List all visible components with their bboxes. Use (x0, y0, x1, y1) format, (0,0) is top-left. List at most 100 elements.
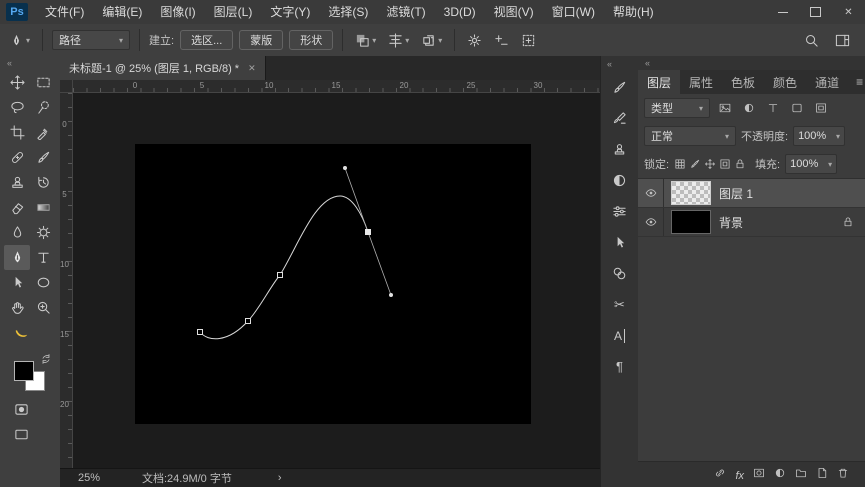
tab-swatches[interactable]: 色板 (722, 70, 764, 94)
visibility-toggle[interactable] (638, 179, 664, 207)
auto-add-delete-toggle[interactable] (491, 29, 512, 51)
blend-mode-select[interactable]: 正常 ▾ (644, 126, 736, 146)
marquee-tool[interactable] (30, 70, 56, 95)
filter-pixel-layers-button[interactable] (715, 99, 734, 117)
panel-menu-button[interactable]: ≡ (848, 70, 865, 94)
add-mask-button[interactable] (753, 467, 765, 482)
strip-expand-button[interactable]: « (601, 56, 638, 72)
close-button[interactable]: ✕ (832, 0, 865, 24)
search-button[interactable] (801, 29, 822, 51)
new-layer-button[interactable] (816, 467, 828, 482)
properties-panel-button[interactable] (605, 196, 635, 227)
dodge-tool[interactable] (30, 220, 56, 245)
status-options-chevron[interactable]: › (278, 472, 282, 484)
menu-filter[interactable]: 滤镜(T) (377, 1, 434, 24)
layer-thumbnail[interactable] (671, 181, 711, 205)
path-alignment-button[interactable]: ▾ (385, 29, 412, 51)
navigator-panel-button[interactable] (605, 227, 635, 258)
menu-help[interactable]: 帮助(H) (604, 1, 663, 24)
eraser-tool[interactable] (4, 195, 30, 220)
paths-panel-button[interactable]: ✂ (605, 289, 635, 320)
brush-settings-panel-button[interactable] (605, 103, 635, 134)
make-selection-button[interactable]: 选区... (180, 30, 233, 50)
lock-position-icon[interactable] (704, 158, 716, 170)
quick-selection-tool[interactable] (30, 95, 56, 120)
anchor-point[interactable] (198, 330, 203, 335)
layer-thumbnail[interactable] (671, 210, 711, 234)
filter-shape-layers-button[interactable] (787, 99, 806, 117)
zoom-level-field[interactable]: 25% (78, 472, 142, 484)
new-group-button[interactable] (795, 467, 807, 482)
history-brush-tool[interactable] (30, 170, 56, 195)
anchor-point[interactable] (278, 273, 283, 278)
menu-edit[interactable]: 编辑(E) (93, 1, 151, 24)
new-adjustment-layer-button[interactable] (774, 467, 786, 482)
layer-name[interactable]: 背景 (719, 214, 743, 231)
tab-color[interactable]: 颜色 (764, 70, 806, 94)
tool-mode-select[interactable]: 路径 ▾ (52, 30, 130, 50)
menu-image[interactable]: 图像(I) (151, 1, 204, 24)
screen-mode-button[interactable] (8, 422, 34, 447)
lock-all-icon[interactable] (734, 158, 746, 170)
canvas[interactable] (135, 144, 531, 424)
minimize-button[interactable] (766, 0, 799, 24)
tab-layers[interactable]: 图层 (638, 70, 680, 94)
clone-stamp-tool[interactable] (4, 170, 30, 195)
menu-select[interactable]: 选择(S) (319, 1, 377, 24)
direction-handle-point[interactable] (343, 166, 347, 170)
gradient-tool[interactable] (30, 195, 56, 220)
menu-type[interactable]: 文字(Y) (261, 1, 319, 24)
paragraph-panel-button[interactable]: ¶ (605, 351, 635, 382)
fill-select[interactable]: 100% ▾ (785, 154, 837, 174)
lock-artboard-icon[interactable] (719, 158, 731, 170)
filter-smart-objects-button[interactable] (811, 99, 830, 117)
crop-tool[interactable] (4, 120, 30, 145)
maximize-button[interactable] (799, 0, 832, 24)
opacity-select[interactable]: 100% ▾ (793, 126, 845, 146)
link-layers-button[interactable] (714, 467, 726, 482)
make-mask-button[interactable]: 蒙版 (239, 30, 283, 50)
visibility-toggle[interactable] (638, 208, 664, 236)
adjustments-panel-button[interactable] (605, 165, 635, 196)
pasteboard[interactable] (73, 93, 600, 468)
tool-preset-picker[interactable]: ▾ (6, 29, 33, 51)
toolbar-collapse-button[interactable]: « (0, 56, 60, 70)
styles-panel-button[interactable] (605, 258, 635, 289)
hand-tool[interactable] (4, 295, 30, 320)
character-panel-button[interactable]: A (605, 320, 635, 351)
dock-collapse-button[interactable]: « (638, 56, 865, 70)
make-shape-button[interactable]: 形状 (289, 30, 333, 50)
geometry-options-button[interactable] (464, 29, 485, 51)
tab-channels[interactable]: 通道 (806, 70, 848, 94)
menu-view[interactable]: 视图(V) (485, 1, 543, 24)
quick-mask-button[interactable] (8, 397, 34, 422)
anchor-point-selected[interactable] (366, 230, 371, 235)
filter-adjustment-layers-button[interactable] (739, 99, 758, 117)
align-edges-toggle[interactable] (518, 29, 539, 51)
path-selection-tool[interactable] (4, 270, 30, 295)
anchor-point[interactable] (246, 319, 251, 324)
direction-handle-point[interactable] (389, 293, 393, 297)
filter-type-layers-button[interactable]: A (763, 99, 782, 117)
ruler-horizontal[interactable]: 0 5 10 15 20 25 30 (73, 80, 600, 93)
banana-tool[interactable] (8, 320, 34, 345)
lasso-tool[interactable] (4, 95, 30, 120)
lock-image-pixels-icon[interactable] (689, 158, 701, 170)
pen-tool[interactable] (4, 245, 30, 270)
shape-tool[interactable] (30, 270, 56, 295)
menu-3d[interactable]: 3D(D) (435, 1, 485, 24)
path-operations-button[interactable]: ▾ (352, 29, 379, 51)
type-tool[interactable] (30, 245, 56, 270)
layer-style-button[interactable]: fx (735, 468, 744, 482)
delete-layer-button[interactable] (837, 467, 849, 482)
layer-name[interactable]: 图层 1 (719, 185, 753, 202)
foreground-color-swatch[interactable] (14, 361, 34, 381)
workspace-switcher[interactable] (832, 29, 853, 51)
swap-colors-button[interactable] (40, 353, 52, 368)
zoom-tool[interactable] (30, 295, 56, 320)
menu-window[interactable]: 窗口(W) (543, 1, 604, 24)
lock-transparent-pixels-icon[interactable] (674, 158, 686, 170)
path-arrangement-button[interactable]: ▾ (418, 29, 445, 51)
layer-row-background[interactable]: 背景 (638, 208, 865, 237)
menu-file[interactable]: 文件(F) (36, 1, 93, 24)
